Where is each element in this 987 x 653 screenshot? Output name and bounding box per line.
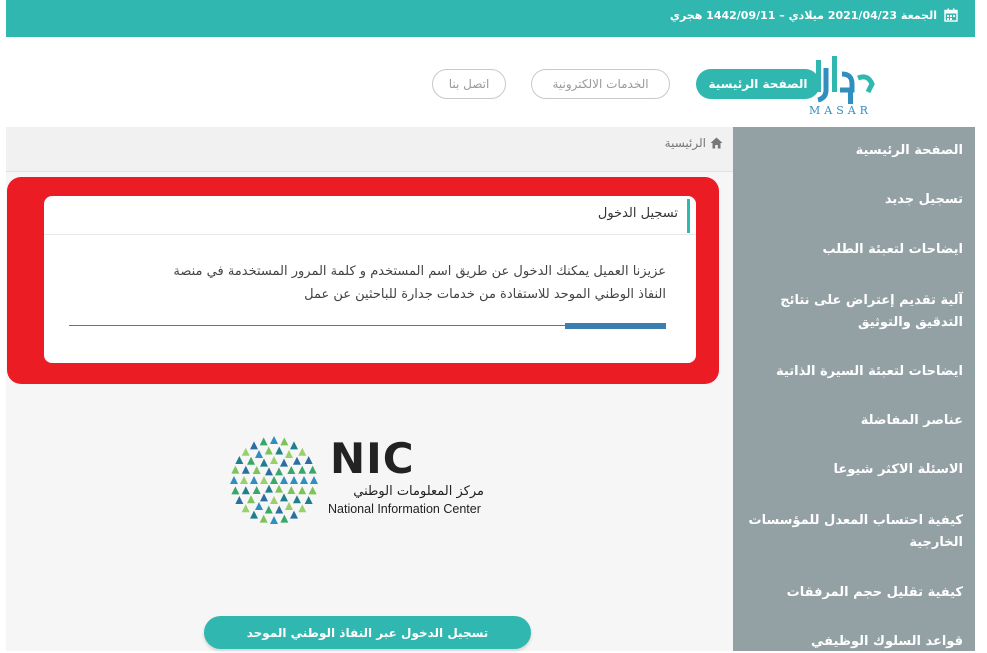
site-header: MASAR الصفحة الرئيسية الخدمات الالكتروني… xyxy=(6,37,975,127)
nic-logo-dot xyxy=(255,450,263,459)
main-content: الرئيسية تسجيل الدخول عزيزنا العميل يمكن… xyxy=(6,127,733,651)
nic-logo-dot xyxy=(235,496,244,504)
nic-logo-dot xyxy=(270,436,278,444)
login-card: تسجيل الدخول عزيزنا العميل يمكنك الدخول … xyxy=(44,196,696,363)
nic-logo-dot xyxy=(250,510,258,519)
nic-logo-dot xyxy=(298,447,307,456)
nic-logo-dot xyxy=(275,484,283,493)
nic-logo-dot xyxy=(308,465,317,474)
breadcrumb-home[interactable]: الرئيسية xyxy=(665,136,706,150)
nic-logo-dot xyxy=(270,496,278,504)
progress-bar xyxy=(69,323,666,329)
login-card-line-2: النفاذ الوطني الموحد للاستفادة من خدمات … xyxy=(304,287,666,302)
nav-contact-button[interactable]: اتصل بنا xyxy=(432,69,506,99)
nic-logo-dot xyxy=(255,501,263,510)
nic-logo-dot xyxy=(280,476,288,484)
nic-logo-dot xyxy=(260,493,268,502)
nic-logo-dot xyxy=(290,476,298,484)
nic-logo-dot xyxy=(280,493,288,502)
nic-logo-dot xyxy=(231,486,240,495)
home-icon xyxy=(710,137,723,149)
nic-logo-dot xyxy=(241,465,250,474)
nic-logo-dot xyxy=(285,450,293,459)
nic-logo-dot xyxy=(241,486,250,495)
calendar-icon xyxy=(944,8,958,22)
nic-logo-dot xyxy=(241,504,250,513)
nic-logo-dot xyxy=(298,486,307,495)
nic-logo-dot xyxy=(270,516,278,524)
progress-fill xyxy=(564,323,666,329)
nic-logo-dot xyxy=(275,467,283,476)
sidebar-item-faq[interactable]: الاسئلة الاكثر شيوعا xyxy=(743,459,963,481)
nic-logo-dot xyxy=(290,510,298,519)
nic-logo-dot xyxy=(270,476,278,484)
sidebar-item-application-guide[interactable]: ايضاحات لتعبئة الطلب xyxy=(743,239,964,261)
nic-logo-dot xyxy=(280,458,288,467)
sidebar-item-gpa[interactable]: كيفية احتساب المعدل للمؤسسات الخارجية xyxy=(743,510,964,554)
sidebar-item-home[interactable]: الصفحة الرئيسية xyxy=(743,140,963,162)
nic-logo-dot xyxy=(275,505,284,514)
nic-logo-dot xyxy=(259,437,268,446)
nic-logo-dot xyxy=(298,465,307,474)
login-card-title: تسجيل الدخول xyxy=(597,206,678,221)
current-date: الجمعة 2021/04/23 ميلادي – 1442/09/11 هج… xyxy=(669,9,937,22)
nic-logo-dot xyxy=(280,514,289,523)
nic-logo-dot xyxy=(265,484,273,493)
nic-logo-dot xyxy=(292,456,301,465)
nic-logo-dot xyxy=(264,505,273,514)
sidebar-item-attachments[interactable]: كيفية تقليل حجم المرفقات xyxy=(743,582,963,604)
breadcrumb: الرئيسية xyxy=(6,127,733,172)
nic-logo-dot xyxy=(240,476,248,484)
nic-logo-dot xyxy=(280,437,289,446)
nic-logo-dot xyxy=(259,514,268,523)
nafath-login-button[interactable]: تسجيل الدخول عبر النفاذ الوطني الموحد xyxy=(204,616,531,649)
nic-logo-dot xyxy=(252,486,261,494)
nic-logo-dot xyxy=(235,456,244,464)
nic-logo-dot xyxy=(270,456,278,464)
sidebar-item-conduct[interactable]: قواعد السلوك الوظيفي xyxy=(743,631,963,653)
nic-logo-dot xyxy=(252,466,261,474)
nic-logo-dot xyxy=(298,504,307,513)
nic-logo-dot xyxy=(285,501,293,510)
nic-logo-dot xyxy=(230,476,238,484)
nic-logo-dot xyxy=(247,495,256,504)
nic-logo-dot xyxy=(250,476,258,484)
nic-abbreviation: NIC xyxy=(330,434,415,483)
nic-logo-dot xyxy=(308,486,317,495)
login-card-line-1: عزيزنا العميل يمكنك الدخول عن طريق اسم ا… xyxy=(173,264,666,279)
sidebar-item-criteria[interactable]: عناصر المفاضلة xyxy=(743,410,963,432)
nic-logo-dot xyxy=(287,486,296,494)
nic-logo-dot xyxy=(292,495,301,504)
nic-logo-dot xyxy=(264,446,273,455)
nic-logo: NIC مركز المعلومات الوطني National Infor… xyxy=(224,432,524,527)
logo-wordmark: MASAR xyxy=(809,104,872,117)
nic-logo-dot xyxy=(275,446,284,455)
nic-logo-dot xyxy=(231,465,240,474)
sidebar-item-register[interactable]: تسجيل جديد xyxy=(743,189,963,211)
nic-logo-dot xyxy=(310,476,318,484)
nic-logo-mark xyxy=(230,436,318,524)
nic-logo-dot xyxy=(260,458,268,467)
nav-eservices-button[interactable]: الخدمات الالكترونية xyxy=(531,69,670,99)
nav-home-button[interactable]: الصفحة الرئيسية xyxy=(696,69,820,99)
nic-logo-dot xyxy=(241,447,250,456)
nic-logo-dot xyxy=(247,456,256,465)
login-card-text: عزيزنا العميل يمكنك الدخول عن طريق اسم ا… xyxy=(66,260,666,306)
nic-logo-dot xyxy=(290,441,298,450)
nic-logo-dot xyxy=(265,467,273,476)
nic-arabic-name: مركز المعلومات الوطني xyxy=(353,484,484,499)
sidebar-menu: الصفحة الرئيسية تسجيل جديد ايضاحات لتعبئ… xyxy=(733,127,975,651)
top-bar: الجمعة 2021/04/23 ميلادي – 1442/09/11 هج… xyxy=(6,0,975,37)
login-card-header: تسجيل الدخول xyxy=(44,196,696,235)
nic-english-name: National Information Center xyxy=(328,502,481,516)
nic-logo-dot xyxy=(260,476,268,484)
nic-logo-dot xyxy=(304,496,313,504)
nic-logo-dot xyxy=(250,441,258,450)
nic-logo-dot xyxy=(300,476,308,484)
nic-logo-dot xyxy=(287,466,296,474)
card-accent-bar xyxy=(687,199,690,233)
sidebar-item-objection[interactable]: آلية تقديم إعتراض على نتائج التدقيق والت… xyxy=(743,290,963,334)
nic-logo-dot xyxy=(304,456,313,464)
sidebar-item-cv-guide[interactable]: ايضاحات لتعبئة السيرة الذاتية xyxy=(743,361,963,383)
